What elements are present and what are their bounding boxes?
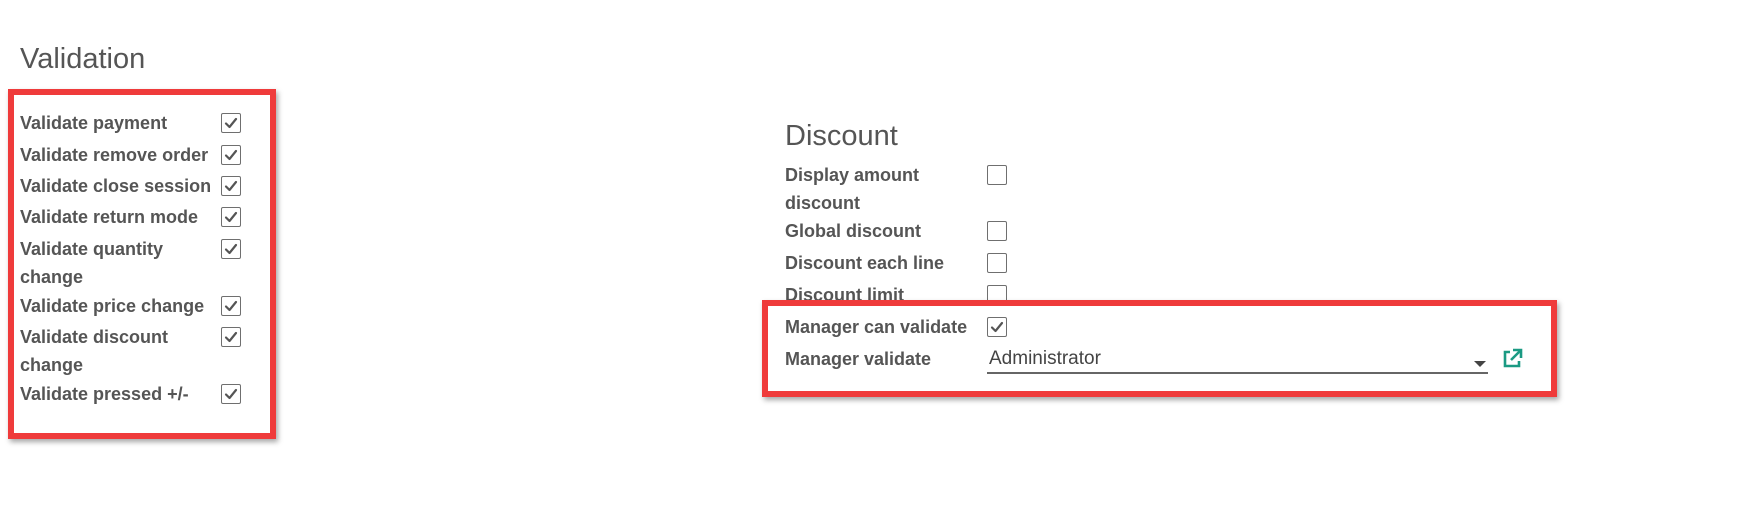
- checkbox-validate-quantity-change[interactable]: [221, 239, 241, 259]
- field-label-validate-quantity-change: Validate quantity change: [20, 239, 164, 287]
- check-icon: [224, 180, 238, 192]
- field-label-validate-payment: Validate payment: [20, 113, 168, 133]
- field-label-manager-validate: Manager validate: [785, 349, 932, 369]
- field-label-global-discount: Global discount: [785, 221, 922, 241]
- external-link-icon[interactable]: [1500, 347, 1524, 371]
- checkbox-validate-payment[interactable]: [221, 113, 241, 133]
- checkbox-validate-discount-change[interactable]: [221, 327, 241, 347]
- checkbox-validate-price-change[interactable]: [221, 296, 241, 316]
- checkbox-manager-can-validate[interactable]: [987, 317, 1007, 337]
- checkbox-global-discount[interactable]: [987, 221, 1007, 241]
- validation-title: Validation: [20, 43, 146, 75]
- check-icon: [224, 243, 238, 255]
- field-label-discount-limit: Discount limit: [785, 285, 905, 305]
- field-label-manager-can-validate: Manager can validate: [785, 317, 968, 337]
- discount-title: Discount: [785, 120, 898, 152]
- check-icon: [990, 321, 1004, 333]
- field-label-validate-close-session: Validate close session: [20, 176, 212, 196]
- checkbox-validate-return-mode[interactable]: [221, 207, 241, 227]
- field-label-validate-return-mode: Validate return mode: [20, 207, 199, 227]
- checkbox-display-amount-discount[interactable]: [987, 165, 1007, 185]
- check-icon: [224, 211, 238, 223]
- check-icon: [224, 388, 238, 400]
- check-icon: [224, 331, 238, 343]
- checkbox-discount-each-line[interactable]: [987, 253, 1007, 273]
- checkbox-discount-limit[interactable]: [987, 285, 1007, 305]
- field-label-validate-discount-change: Validate discount change: [20, 327, 169, 375]
- checkbox-validate-remove-order[interactable]: [221, 145, 241, 165]
- field-label-display-amount-discount: Display amount discount: [785, 165, 920, 213]
- field-label-validate-remove-order: Validate remove order: [20, 145, 209, 165]
- check-icon: [224, 117, 238, 129]
- checkbox-validate-pressed-plus-minus[interactable]: [221, 384, 241, 404]
- checkbox-validate-close-session[interactable]: [221, 176, 241, 196]
- manager-validate-select[interactable]: Administrator: [987, 346, 1488, 374]
- check-icon: [224, 300, 238, 312]
- caret-down-icon[interactable]: [1474, 361, 1486, 367]
- check-icon: [224, 149, 238, 161]
- manager-validate-value: Administrator: [989, 348, 1101, 369]
- field-label-validate-pressed-plus-minus: Validate pressed +/-: [20, 384, 189, 404]
- field-label-discount-each-line: Discount each line: [785, 253, 945, 273]
- field-label-validate-price-change: Validate price change: [20, 296, 205, 316]
